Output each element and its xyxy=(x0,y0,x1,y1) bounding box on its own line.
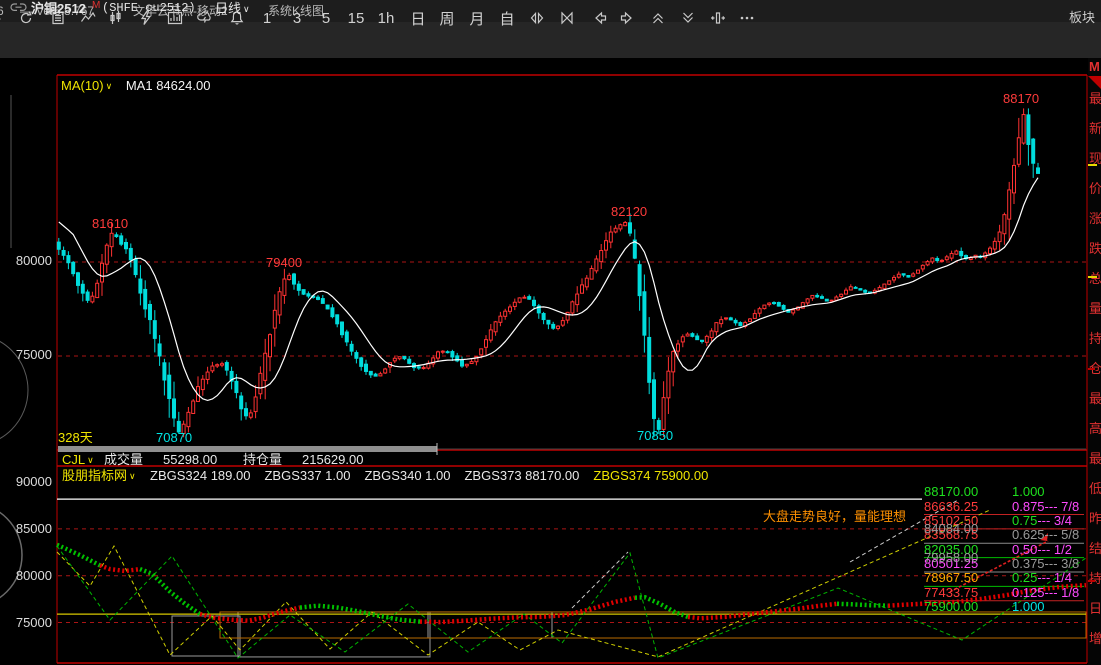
fib-ratio: 0.75--- 3/4 xyxy=(1004,514,1072,528)
volume-value: 55298.00 xyxy=(163,452,217,467)
price-annotation: 70870 xyxy=(156,431,192,445)
fib-ghost-label: 84084.00 xyxy=(924,522,978,536)
fib-ratio: 1.000 xyxy=(1004,485,1045,499)
y-axis-tick: 90000 xyxy=(2,475,52,489)
fib-ratio: 0.25--- 1/4 xyxy=(1004,571,1072,585)
lower-indicator-selector[interactable]: 股朋指标网∨ xyxy=(62,468,136,485)
fib-price: 75900.00 xyxy=(924,600,1004,614)
price-annotation: 82120 xyxy=(611,205,647,219)
fib-level-row: 75900.001.000 xyxy=(924,600,1087,614)
fib-price: 77433.75 xyxy=(924,586,1004,600)
fib-price: 86636.25 xyxy=(924,500,1004,514)
cjl-pane-header: CJL∨ 成交量 55298.00 持仓量 215629.00 xyxy=(58,452,1087,467)
fib-level-row: 88170.001.000 xyxy=(924,485,1087,499)
visible-days-label: 328天 xyxy=(58,431,93,445)
fib-level-row: 86636.250.875--- 7/8 xyxy=(924,500,1087,514)
y-axis-tick: 80000 xyxy=(2,569,52,583)
open-interest-label: 持仓量 xyxy=(243,452,282,467)
fib-ratio: 1.000 xyxy=(1004,600,1045,614)
ma-indicator-label[interactable]: MA(10)∨ MA1 84624.00 xyxy=(61,79,210,94)
indicator-param: ZBGS374 75900.00 xyxy=(593,468,722,483)
y-axis-tick: 75000 xyxy=(2,348,52,362)
price-annotation: 79400 xyxy=(266,256,302,270)
chevron-down-icon: ∨ xyxy=(127,471,136,481)
open-interest-value: 215629.00 xyxy=(302,452,363,467)
trading-app-window: { "title_bar": { "left_fragment": "6", "… xyxy=(0,0,1101,665)
fib-ratio: 0.875--- 7/8 xyxy=(1004,500,1079,514)
chevron-down-icon: ∨ xyxy=(104,81,113,91)
y-axis-tick: 80000 xyxy=(2,254,52,268)
indicator-param: ZBGS373 88170.00 xyxy=(464,468,593,483)
price-annotation: 70850 xyxy=(637,429,673,443)
fib-ratio: 0.50--- 1/2 xyxy=(1004,543,1072,557)
indicator-param: ZBGS337 1.00 xyxy=(264,468,364,483)
market-note: 大盘走势良好，量能理想 xyxy=(763,510,906,524)
cjl-indicator-selector[interactable]: CJL∨ xyxy=(62,452,94,469)
fib-ratio: 0.375--- 3/8 xyxy=(1004,557,1079,571)
lower-indicator-header: 股朋指标网∨ ZBGS324 189.00ZBGS337 1.00ZBGS340… xyxy=(58,468,1087,483)
fib-level-row: 77433.750.125--- 1/8 xyxy=(924,586,1087,600)
fib-price: 88170.00 xyxy=(924,485,1004,499)
indicator-param: ZBGS324 189.00 xyxy=(150,468,264,483)
fib-price: 78967.50 xyxy=(924,571,1004,585)
fib-ghost-label: 79958.00 xyxy=(924,551,978,565)
fib-ratio: 0.625--- 5/8 xyxy=(1004,528,1079,542)
chevron-down-icon: ∨ xyxy=(85,455,94,465)
y-axis-tick: 85000 xyxy=(2,522,52,536)
y-axis-tick: 75000 xyxy=(2,616,52,630)
volume-label: 成交量 xyxy=(104,452,143,467)
indicator-param: ZBGS340 1.00 xyxy=(364,468,464,483)
price-annotation: 81610 xyxy=(92,217,128,231)
fib-level-row: 78967.500.25--- 1/4 xyxy=(924,571,1087,585)
price-annotation: 88170 xyxy=(1003,92,1039,106)
fib-ratio: 0.125--- 1/8 xyxy=(1004,586,1079,600)
quote-panel-clipped[interactable]: M 最新现价涨跌总量持仓最高最低昨结持日增 xyxy=(1088,58,1101,665)
